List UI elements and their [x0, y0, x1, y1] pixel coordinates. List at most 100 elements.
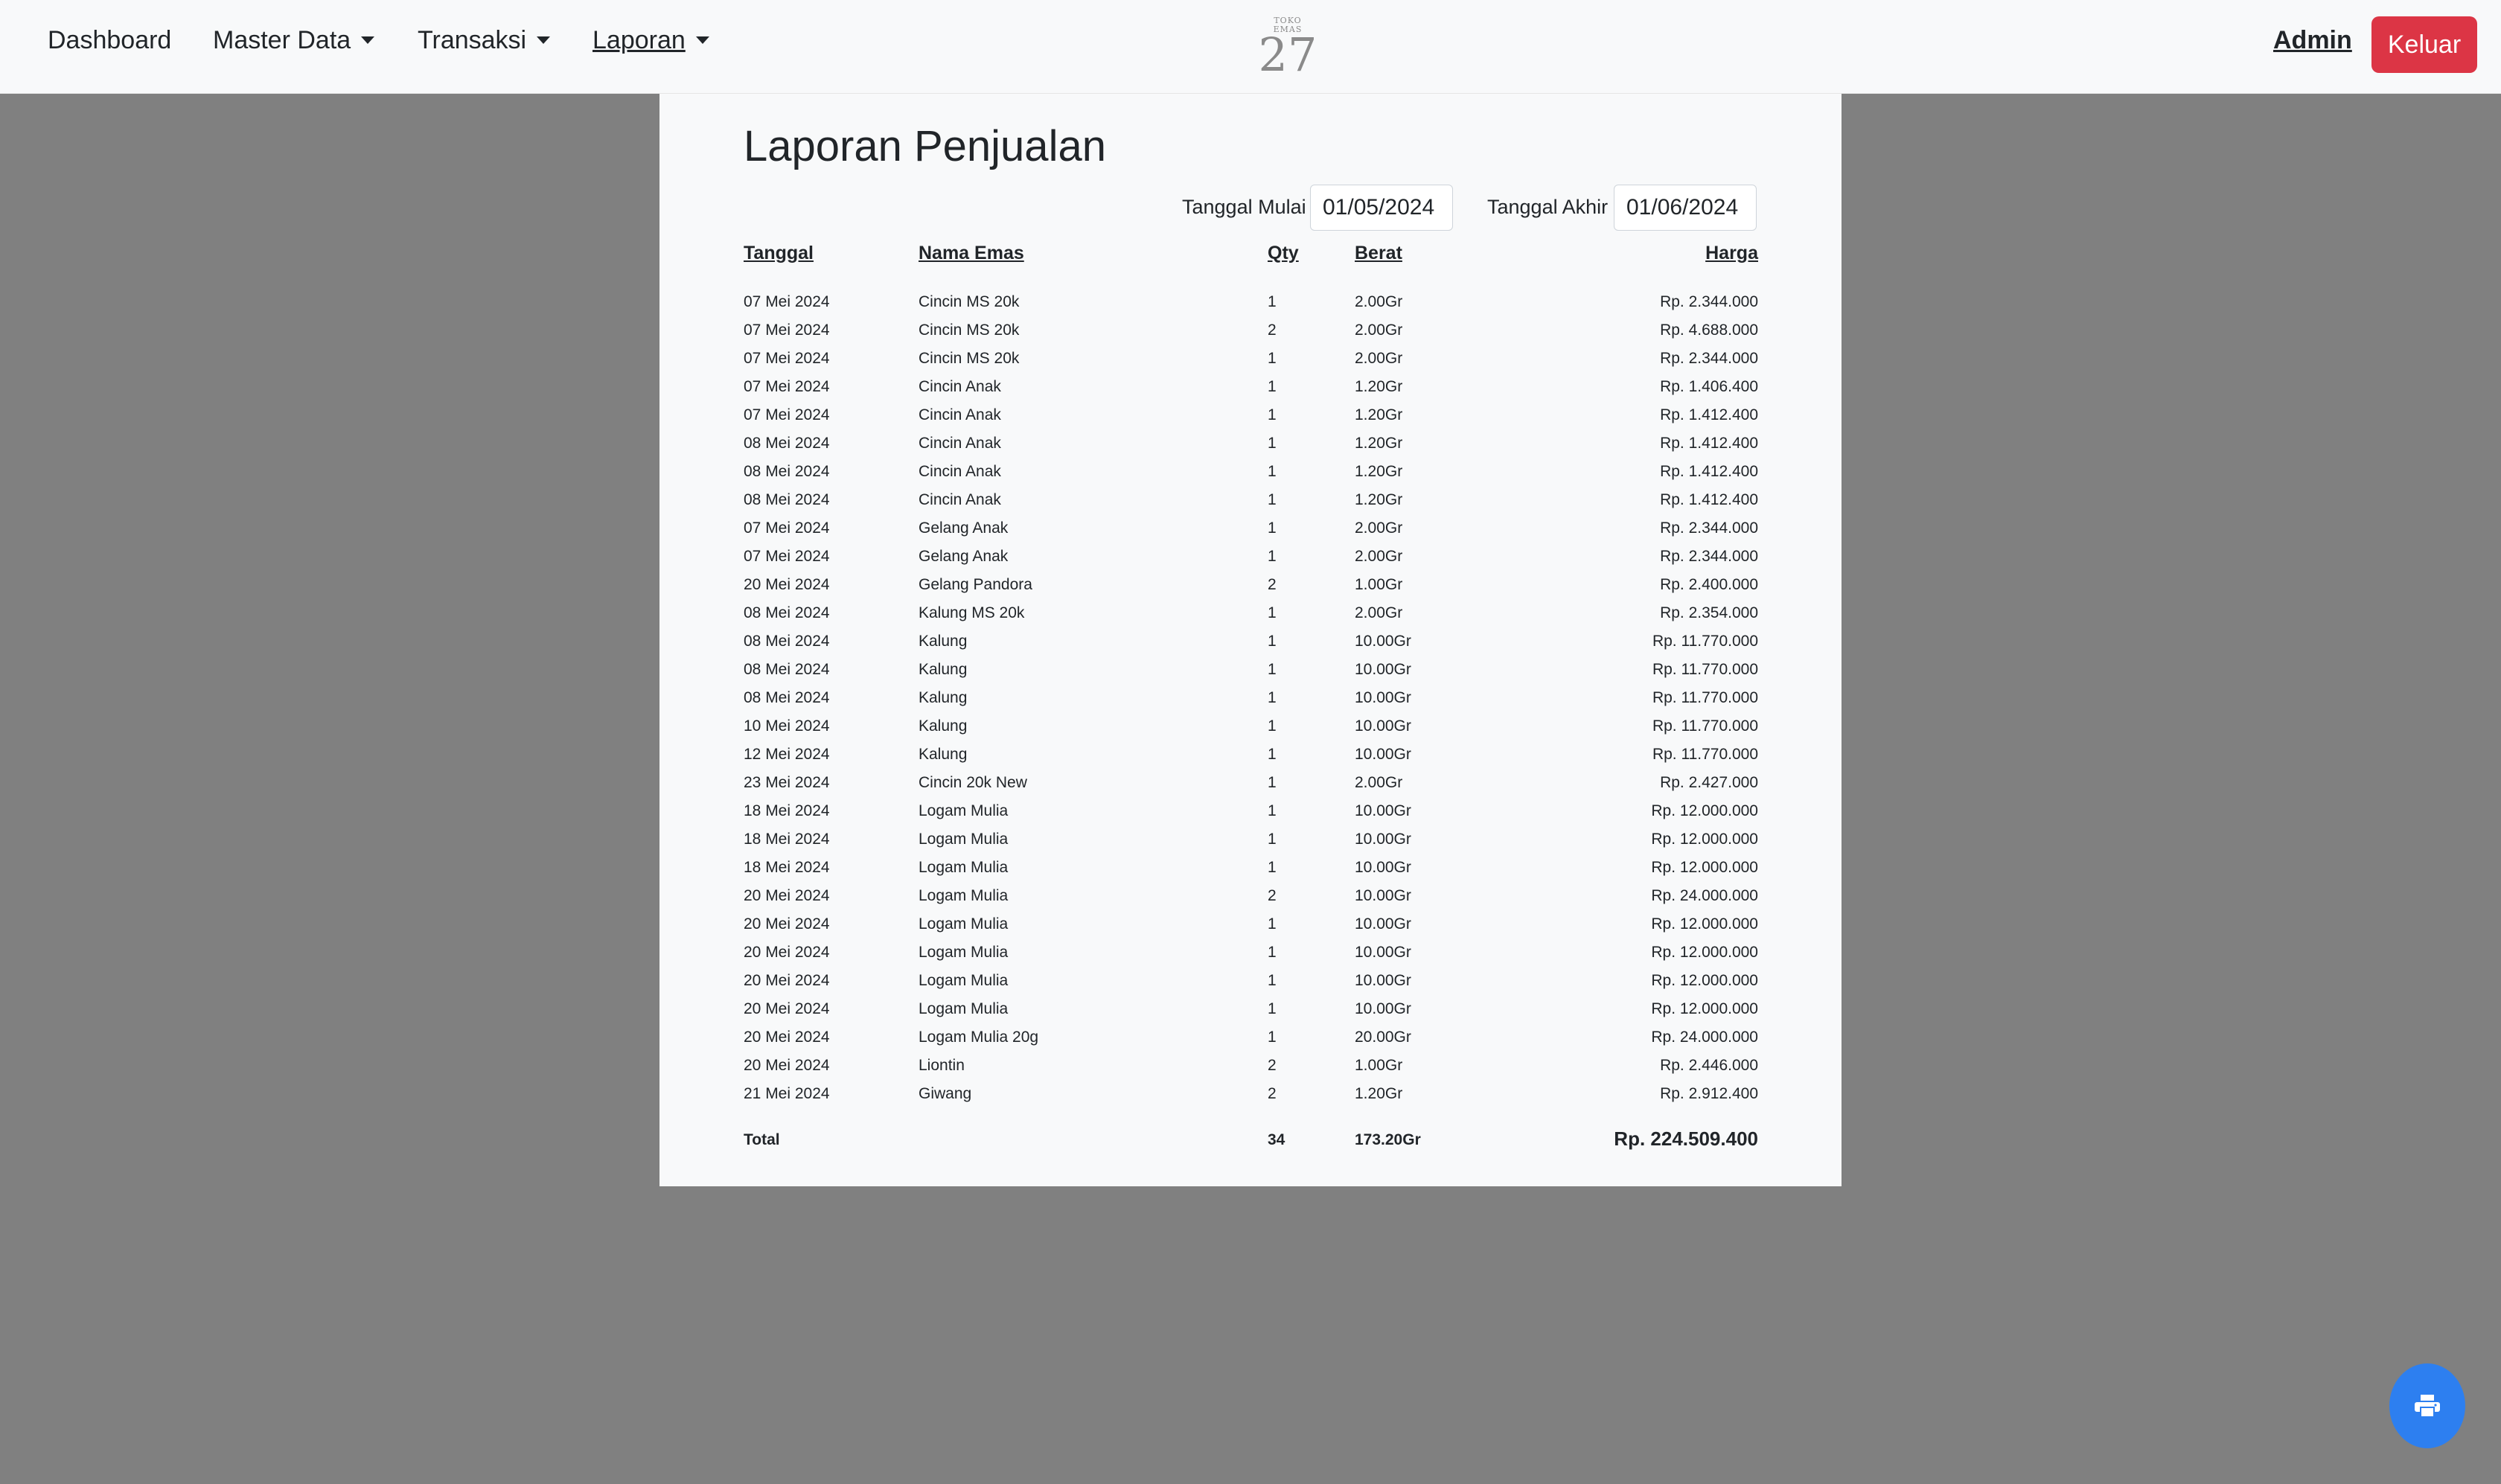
row-name: Logam Mulia	[919, 915, 1009, 933]
row-name: Cincin MS 20k	[919, 322, 1020, 339]
row-date: 18 Mei 2024	[744, 802, 830, 819]
row-date: 07 Mei 2024	[744, 406, 830, 423]
table-row: 08 Mei 2024 Kalung 1 10.00Gr Rp. 11.770.000	[659, 658, 1842, 686]
table-row: 08 Mei 2024 Kalung 1 10.00Gr Rp. 11.770.000	[659, 630, 1842, 658]
row-date: 08 Mei 2024	[744, 491, 830, 508]
print-button[interactable]	[2389, 1363, 2465, 1448]
row-price: Rp. 12.000.000	[1651, 802, 1758, 819]
table-row: 18 Mei 2024 Logam Mulia 1 10.00Gr Rp. 12.000…	[659, 828, 1842, 856]
table-row: 12 Mei 2024 Kalung 1 10.00Gr Rp. 11.770.000	[659, 743, 1842, 771]
row-qty: 1	[1268, 604, 1277, 621]
nav-master-data-label: Master Data	[213, 26, 351, 54]
column-header-price[interactable]: Harga	[1705, 241, 1758, 265]
row-date: 07 Mei 2024	[744, 322, 830, 339]
row-qty: 1	[1268, 491, 1277, 508]
row-price: Rp. 2.427.000	[1660, 774, 1758, 791]
row-name: Logam Mulia 20g	[919, 1029, 1039, 1046]
top-navbar: Dashboard Master Data Transaksi Laporan …	[0, 0, 2501, 94]
row-qty: 1	[1268, 435, 1277, 452]
row-weight: 10.00Gr	[1355, 1000, 1411, 1017]
table-row: 20 Mei 2024 Logam Mulia 1 10.00Gr Rp. 12.000…	[659, 941, 1842, 969]
row-date: 18 Mei 2024	[744, 831, 830, 848]
start-date-label: Tanggal Mulai	[1182, 196, 1306, 218]
row-name: Cincin Anak	[919, 491, 1001, 508]
row-date: 07 Mei 2024	[744, 350, 830, 367]
row-date: 08 Mei 2024	[744, 463, 830, 480]
row-name: Cincin Anak	[919, 463, 1001, 480]
row-weight: 2.00Gr	[1355, 519, 1403, 537]
row-qty: 1	[1268, 1000, 1277, 1017]
table-row: 20 Mei 2024 Logam Mulia 20g 1 20.00Gr Rp. 24…	[659, 1026, 1842, 1054]
row-date: 07 Mei 2024	[744, 519, 830, 537]
end-date-label: Tanggal Akhir	[1487, 196, 1609, 218]
nav-master-data-dropdown[interactable]: Master Data	[213, 25, 375, 55]
row-price: Rp. 24.000.000	[1651, 1029, 1758, 1046]
row-price: Rp. 12.000.000	[1651, 859, 1758, 876]
total-label: Total	[744, 1131, 780, 1148]
row-qty: 2	[1268, 322, 1277, 339]
table-row: 07 Mei 2024 Cincin MS 20k 2 2.00Gr Rp. 4.688…	[659, 319, 1842, 347]
row-weight: 10.00Gr	[1355, 859, 1411, 876]
table-row: 07 Mei 2024 Cincin MS 20k 1 2.00Gr Rp. 2.344…	[659, 347, 1842, 375]
nav-transaksi-label: Transaksi	[418, 26, 527, 54]
nav-laporan-label: Laporan	[592, 26, 686, 54]
row-weight: 10.00Gr	[1355, 802, 1411, 819]
row-qty: 1	[1268, 717, 1277, 735]
nav-dashboard[interactable]: Dashboard	[48, 25, 171, 55]
row-name: Kalung	[919, 661, 968, 678]
end-date-input[interactable]	[1614, 185, 1757, 231]
row-price: Rp. 2.912.400	[1660, 1085, 1758, 1102]
row-qty: 1	[1268, 944, 1277, 961]
table-row: 21 Mei 2024 Giwang 2 1.20Gr Rp. 2.912.400	[659, 1082, 1842, 1110]
column-header-name[interactable]: Nama Emas	[919, 241, 1024, 265]
row-price: Rp. 1.406.400	[1660, 378, 1758, 395]
row-date: 20 Mei 2024	[744, 944, 830, 961]
report-sheet: Laporan Penjualan Tanggal Mulai Tanggal …	[659, 94, 1842, 1186]
table-row: 20 Mei 2024 Logam Mulia 1 10.00Gr Rp. 12.000…	[659, 997, 1842, 1026]
row-name: Kalung	[919, 717, 968, 735]
row-price: Rp. 2.344.000	[1660, 548, 1758, 565]
nav-transaksi-dropdown[interactable]: Transaksi	[418, 25, 551, 55]
brand-logo[interactable]: TOKO EMAS 27	[1258, 16, 1317, 78]
row-weight: 1.20Gr	[1355, 463, 1403, 480]
table-row: 20 Mei 2024 Logam Mulia 1 10.00Gr Rp. 12.000…	[659, 912, 1842, 941]
row-qty: 1	[1268, 972, 1277, 989]
row-date: 18 Mei 2024	[744, 859, 830, 876]
row-name: Cincin 20k New	[919, 774, 1027, 791]
row-name: Gelang Anak	[919, 519, 1009, 537]
row-qty: 1	[1268, 689, 1277, 706]
table-row: 20 Mei 2024 Logam Mulia 1 10.00Gr Rp. 12.000…	[659, 969, 1842, 997]
row-price: Rp. 11.770.000	[1652, 633, 1758, 650]
row-price: Rp. 2.446.000	[1660, 1057, 1758, 1074]
column-header-weight[interactable]: Berat	[1355, 241, 1402, 265]
row-qty: 2	[1268, 576, 1277, 593]
row-price: Rp. 12.000.000	[1651, 831, 1758, 848]
column-header-date[interactable]: Tanggal	[744, 241, 814, 265]
row-price: Rp. 2.344.000	[1660, 519, 1758, 537]
row-weight: 2.00Gr	[1355, 293, 1403, 310]
start-date-input[interactable]	[1310, 185, 1453, 231]
printer-icon	[2415, 1395, 2440, 1417]
row-date: 20 Mei 2024	[744, 1029, 830, 1046]
row-weight: 1.00Gr	[1355, 1057, 1403, 1074]
row-name: Logam Mulia	[919, 887, 1009, 904]
row-price: Rp. 12.000.000	[1651, 1000, 1758, 1017]
row-date: 07 Mei 2024	[744, 548, 830, 565]
column-header-qty[interactable]: Qty	[1268, 241, 1299, 265]
row-name: Cincin MS 20k	[919, 350, 1020, 367]
admin-user-link[interactable]: Admin	[2273, 25, 2352, 55]
logout-button[interactable]: Keluar	[2371, 16, 2477, 73]
nav-laporan-dropdown[interactable]: Laporan	[592, 25, 709, 55]
row-name: Cincin Anak	[919, 435, 1001, 452]
row-date: 12 Mei 2024	[744, 746, 830, 763]
row-price: Rp. 11.770.000	[1652, 717, 1758, 735]
row-weight: 10.00Gr	[1355, 746, 1411, 763]
row-date: 07 Mei 2024	[744, 378, 830, 395]
row-price: Rp. 2.400.000	[1660, 576, 1758, 593]
row-price: Rp. 12.000.000	[1651, 972, 1758, 989]
row-qty: 2	[1268, 1057, 1277, 1074]
row-qty: 1	[1268, 859, 1277, 876]
row-qty: 1	[1268, 831, 1277, 848]
total-weight: 173.20Gr	[1355, 1131, 1421, 1148]
row-name: Logam Mulia	[919, 831, 1009, 848]
